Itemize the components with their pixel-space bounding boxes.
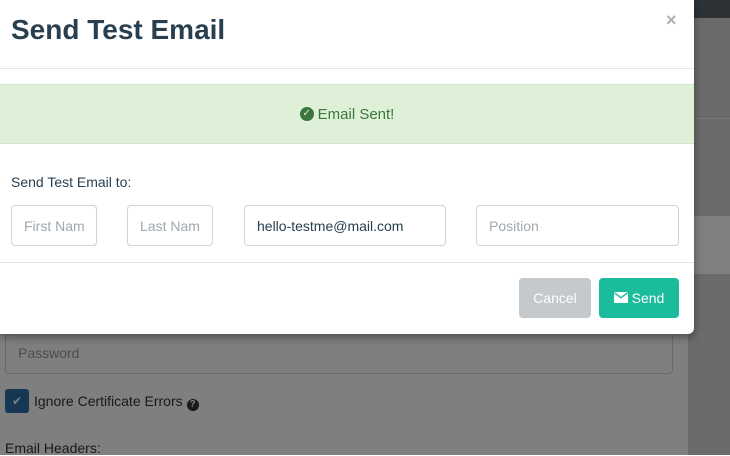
success-alert: ✓ Email Sent! (0, 84, 694, 144)
footer-divider (0, 262, 694, 263)
cancel-button[interactable]: Cancel (519, 278, 591, 318)
check-circle-icon: ✓ (299, 107, 314, 121)
cancel-label: Cancel (533, 290, 577, 306)
send-label: Send (631, 290, 665, 306)
close-icon[interactable]: × (666, 10, 677, 30)
modal-header: Send Test Email × (0, 0, 694, 69)
send-test-email-modal: Send Test Email × ✓ Email Sent! Send Tes… (0, 0, 694, 334)
background-divider (694, 118, 730, 119)
position-input[interactable] (476, 205, 679, 246)
envelope-icon (613, 290, 628, 306)
send-button[interactable]: Send (599, 278, 679, 318)
first-name-input[interactable] (11, 205, 97, 246)
background-navbar (688, 0, 730, 18)
send-to-label: Send Test Email to: (11, 174, 132, 190)
background-row (694, 216, 730, 274)
alert-text: Email Sent! (317, 105, 395, 123)
last-name-input[interactable] (127, 205, 213, 246)
email-input[interactable] (244, 205, 446, 246)
modal-title: Send Test Email (11, 14, 226, 45)
